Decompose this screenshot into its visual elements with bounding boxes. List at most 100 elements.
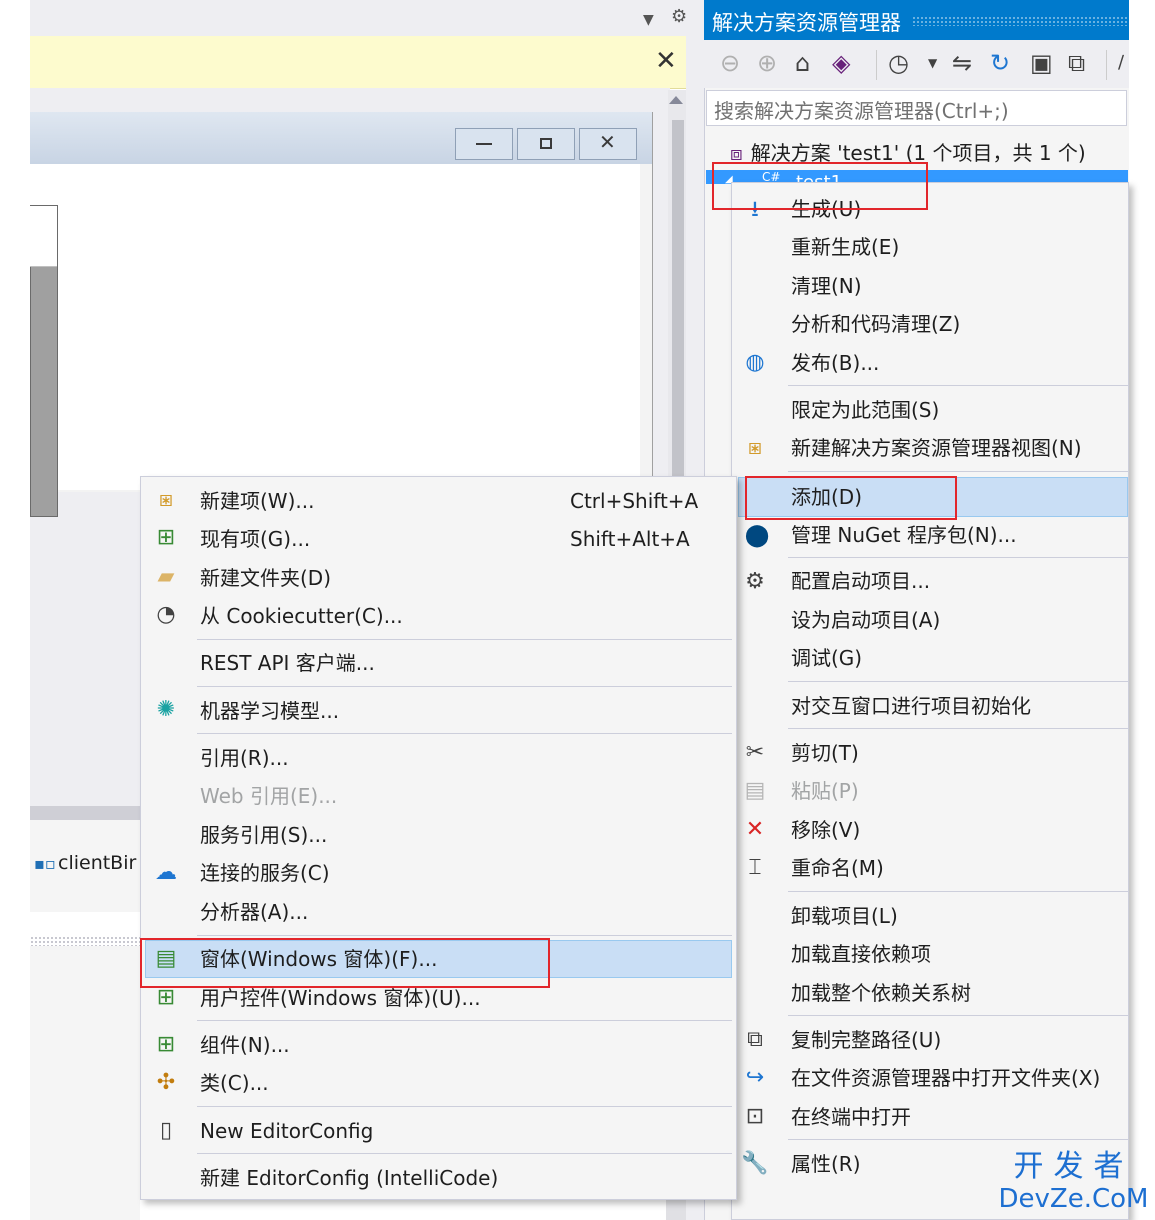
- maximize-button[interactable]: [517, 128, 575, 160]
- menu-item-connected-service[interactable]: 连接的服务(C): [200, 854, 330, 892]
- annotation-box-project: [712, 162, 928, 210]
- new-folder-icon: ▰: [157, 564, 175, 589]
- bottom-panel: [30, 946, 140, 1220]
- back-icon[interactable]: ⊖: [720, 48, 740, 78]
- menu-item-existing-item[interactable]: 现有项(G)...: [200, 520, 310, 558]
- title-grip: [912, 16, 1127, 26]
- toolbar-separator: [876, 50, 877, 80]
- menu-item-cut[interactable]: 剪切(T): [791, 734, 859, 772]
- menu-separator: [197, 686, 732, 687]
- menu-item-remove[interactable]: 移除(V): [791, 811, 860, 849]
- menu-item-reference[interactable]: 引用(R)...: [200, 739, 289, 777]
- open-folder-icon: ↪: [745, 1065, 765, 1090]
- left-edge: [0, 0, 30, 1220]
- menu-separator: [788, 471, 1128, 472]
- show-all-files-icon[interactable]: ⧉: [1068, 48, 1085, 78]
- menu-item-copy-path[interactable]: 复制完整路径(U): [791, 1021, 941, 1059]
- menu-item-open-terminal[interactable]: 在终端中打开: [791, 1098, 911, 1136]
- menu-separator: [788, 1139, 1128, 1140]
- home-icon[interactable]: ⌂: [795, 48, 810, 78]
- menu-separator: [197, 1106, 732, 1107]
- forward-icon[interactable]: ⊕: [757, 48, 777, 78]
- dropdown-arrow-icon[interactable]: ▼: [928, 48, 937, 78]
- component-icon: ⊞: [156, 1032, 176, 1057]
- collapse-all-icon[interactable]: ▣: [1030, 48, 1053, 78]
- menu-item-rest-api[interactable]: REST API 客户端...: [200, 644, 375, 682]
- menu-item-editorconfig[interactable]: New EditorConfig: [200, 1112, 373, 1150]
- project-context-menu: ⭳ 生成(U) 重新生成(E) 清理(N) 分析和代码清理(Z) ◍ 发布(B)…: [731, 182, 1129, 1220]
- menu-item-new-folder[interactable]: 新建文件夹(D): [200, 559, 331, 597]
- menu-separator: [197, 935, 732, 936]
- menu-item-scope[interactable]: 限定为此范围(S): [791, 391, 939, 429]
- menu-item-load-direct[interactable]: 加载直接依赖项: [791, 935, 931, 973]
- nuget-icon: ⬤: [744, 523, 770, 548]
- gear-icon[interactable]: ⚙: [671, 6, 687, 27]
- existing-item-icon: ⊞: [156, 525, 176, 550]
- shortcut-new-item: Ctrl+Shift+A: [570, 489, 699, 513]
- form-client-area[interactable]: [30, 164, 640, 490]
- menu-item-rename[interactable]: 重命名(M): [791, 849, 884, 887]
- refresh-icon[interactable]: ↻: [990, 48, 1010, 78]
- tray-component-label[interactable]: clientBir: [58, 852, 136, 874]
- menu-item-rebuild[interactable]: 重新生成(E): [791, 228, 899, 266]
- menu-separator: [197, 733, 732, 734]
- menu-item-nuget[interactable]: 管理 NuGet 程序包(N)...: [791, 516, 1017, 554]
- notification-bar: [30, 36, 690, 89]
- form-control-header: [30, 206, 57, 267]
- menu-item-new-view[interactable]: 新建解决方案资源管理器视图(N): [791, 429, 1082, 467]
- annotation-box-add: [745, 476, 957, 520]
- remove-icon: ✕: [745, 817, 765, 842]
- close-icon[interactable]: ✕: [655, 46, 677, 76]
- close-icon: ✕: [599, 130, 616, 154]
- menu-item-interactive[interactable]: 对交互窗口进行项目初始化: [791, 687, 1031, 725]
- menu-item-analyzer[interactable]: 分析器(A)...: [200, 893, 308, 931]
- menu-item-analyze[interactable]: 分析和代码清理(Z): [791, 305, 960, 343]
- document-tab-bar: [30, 0, 700, 36]
- menu-item-component[interactable]: 组件(N)...: [200, 1026, 290, 1064]
- copy-icon: ⧉: [747, 1027, 763, 1052]
- new-item-icon: ⧆: [159, 487, 173, 512]
- switch-views-icon[interactable]: ◈: [832, 48, 850, 78]
- menu-item-ml-model[interactable]: 机器学习模型...: [200, 692, 339, 730]
- menu-item-editorconfig-intellicode[interactable]: 新建 EditorConfig (IntelliCode): [200, 1159, 498, 1197]
- sync-icon[interactable]: ⇋: [952, 48, 972, 78]
- shortcut-existing-item: Shift+Alt+A: [570, 527, 690, 551]
- annotation-box-form: [140, 938, 550, 988]
- menu-separator: [197, 1153, 732, 1154]
- menu-item-unload[interactable]: 卸载项目(L): [791, 897, 898, 935]
- menu-item-service-reference[interactable]: 服务引用(S)...: [200, 816, 327, 854]
- pending-changes-icon[interactable]: ◷: [888, 48, 909, 78]
- binding-source-icon: ▪▫: [34, 854, 56, 873]
- minimize-button[interactable]: [455, 128, 513, 160]
- menu-item-cookiecutter[interactable]: 从 Cookiecutter(C)...: [200, 597, 403, 635]
- ml-model-icon: ✺: [156, 697, 176, 722]
- scissors-icon: ✂: [745, 740, 765, 765]
- menu-item-clean[interactable]: 清理(N): [791, 267, 862, 305]
- menu-item-open-folder[interactable]: 在文件资源管理器中打开文件夹(X): [791, 1059, 1100, 1097]
- wrench-icon: 🔧: [741, 1151, 769, 1176]
- menu-item-load-tree[interactable]: 加载整个依赖关系树: [791, 974, 971, 1012]
- menu-separator: [788, 1015, 1128, 1016]
- watermark-line2: DevZe.CoM: [998, 1184, 1149, 1214]
- dropdown-arrow-icon[interactable]: ▼: [643, 12, 654, 28]
- menu-item-debug[interactable]: 调试(G): [791, 639, 862, 677]
- site-watermark: 开发者 DevZe.CoM: [996, 1150, 1151, 1215]
- close-window-button[interactable]: ✕: [579, 128, 637, 160]
- properties-icon[interactable]: ∕: [1118, 48, 1124, 78]
- menu-item-publish[interactable]: 发布(B)...: [791, 344, 879, 382]
- menu-item-set-startup[interactable]: 设为启动项目(A): [791, 601, 940, 639]
- solution-explorer-title: 解决方案资源管理器: [712, 11, 901, 35]
- panel-grip: [30, 936, 140, 946]
- terminal-icon: ⊡: [745, 1104, 765, 1129]
- scroll-up-icon[interactable]: [669, 96, 683, 104]
- menu-separator: [788, 681, 1128, 682]
- menu-item-new-item[interactable]: 新建项(W)...: [200, 482, 314, 520]
- globe-icon: ◍: [745, 350, 765, 375]
- menu-item-class[interactable]: 类(C)...: [200, 1064, 269, 1102]
- menu-item-configure-startup[interactable]: 配置启动项目...: [791, 562, 930, 600]
- search-placeholder: 搜索解决方案资源管理器(Ctrl+;): [714, 99, 1009, 123]
- tray-splitter[interactable]: [30, 806, 140, 820]
- menu-separator: [788, 557, 1128, 558]
- menu-separator: [788, 728, 1128, 729]
- menu-item-properties[interactable]: 属性(R): [791, 1145, 861, 1183]
